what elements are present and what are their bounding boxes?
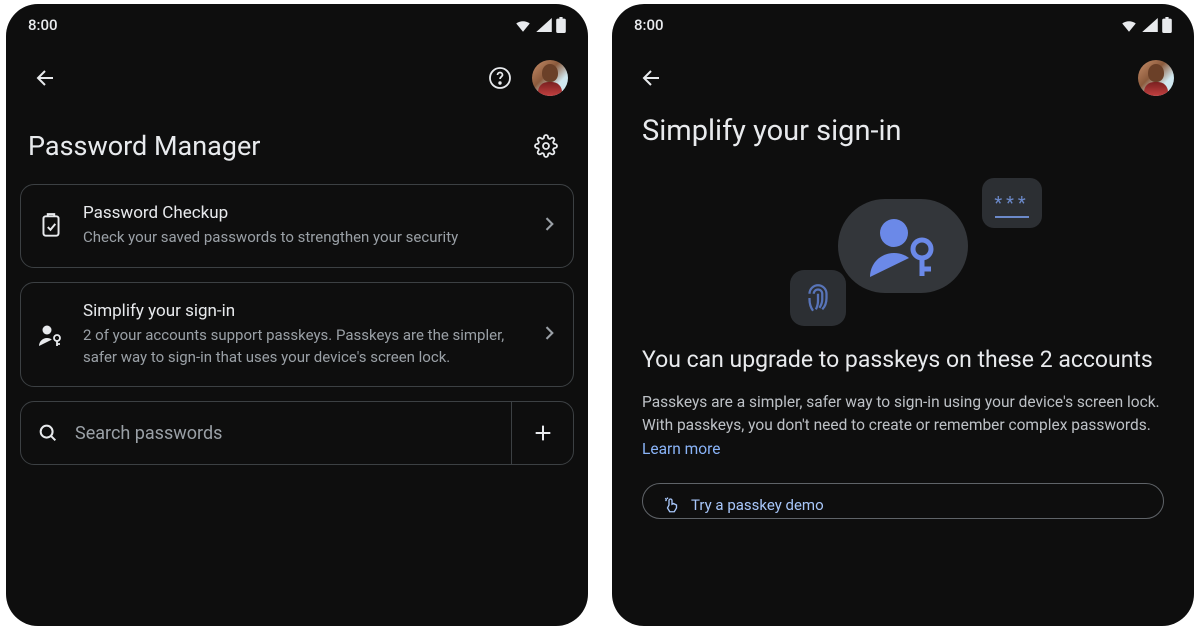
settings-button[interactable]	[526, 126, 566, 166]
add-password-button[interactable]	[511, 402, 573, 464]
page-title: Password Manager	[28, 130, 260, 162]
upgrade-heading: You can upgrade to passkeys on these 2 a…	[642, 344, 1164, 375]
back-button[interactable]	[26, 58, 66, 98]
card-desc: 2 of your accounts support passkeys. Pas…	[83, 325, 523, 369]
person-key-icon	[37, 322, 65, 348]
phone-right-simplify-signin: 8:00 Simplify your sign-in *** You can u…	[612, 4, 1194, 626]
top-app-bar	[612, 42, 1194, 108]
search-icon	[37, 422, 59, 444]
card-desc: Check your saved passwords to strengthen…	[83, 227, 523, 249]
password-checkup-card[interactable]: Password Checkup Check your saved passwo…	[20, 184, 574, 268]
battery-icon	[1162, 17, 1172, 33]
arrow-back-icon	[640, 66, 664, 90]
battery-icon	[556, 17, 566, 33]
profile-avatar[interactable]	[532, 60, 568, 96]
upgrade-description: Passkeys are a simpler, safer way to sig…	[642, 391, 1164, 461]
card-title: Password Checkup	[83, 203, 523, 223]
arrow-back-icon	[34, 66, 58, 90]
help-icon	[488, 66, 512, 90]
profile-avatar[interactable]	[1138, 60, 1174, 96]
touch-icon	[663, 496, 681, 514]
chevron-right-icon	[539, 214, 559, 234]
signal-icon	[536, 18, 552, 32]
fingerprint-icon	[801, 281, 835, 315]
clipboard-check-icon	[38, 212, 64, 240]
status-time: 8:00	[634, 16, 664, 34]
search-placeholder: Search passwords	[75, 423, 222, 444]
learn-more-link[interactable]: Learn more	[642, 440, 720, 458]
search-passwords-row: Search passwords	[20, 401, 574, 465]
back-button[interactable]	[632, 58, 672, 98]
signal-icon	[1142, 18, 1158, 32]
wifi-icon	[514, 18, 532, 32]
password-field-icon: ***	[982, 178, 1042, 228]
status-bar: 8:00	[612, 4, 1194, 42]
person-key-icon	[860, 211, 946, 281]
top-app-bar	[6, 42, 588, 108]
try-passkey-demo-button[interactable]: Try a passkey demo	[642, 483, 1164, 519]
plus-icon	[532, 422, 554, 444]
search-input[interactable]: Search passwords	[21, 404, 511, 462]
hero-title: Simplify your sign-in	[612, 108, 1194, 164]
passkey-illustration: ***	[612, 164, 1194, 344]
chevron-right-icon	[539, 323, 559, 343]
status-time: 8:00	[28, 16, 58, 34]
card-title: Simplify your sign-in	[83, 301, 523, 321]
demo-button-label: Try a passkey demo	[691, 496, 824, 514]
status-bar: 8:00	[6, 4, 588, 42]
wifi-icon	[1120, 18, 1138, 32]
status-icons	[1120, 17, 1172, 33]
help-button[interactable]	[480, 58, 520, 98]
status-icons	[514, 17, 566, 33]
gear-icon	[534, 134, 558, 158]
simplify-signin-card[interactable]: Simplify your sign-in 2 of your accounts…	[20, 282, 574, 388]
phone-left-password-manager: 8:00 Password Manager Password Checkup	[6, 4, 588, 626]
